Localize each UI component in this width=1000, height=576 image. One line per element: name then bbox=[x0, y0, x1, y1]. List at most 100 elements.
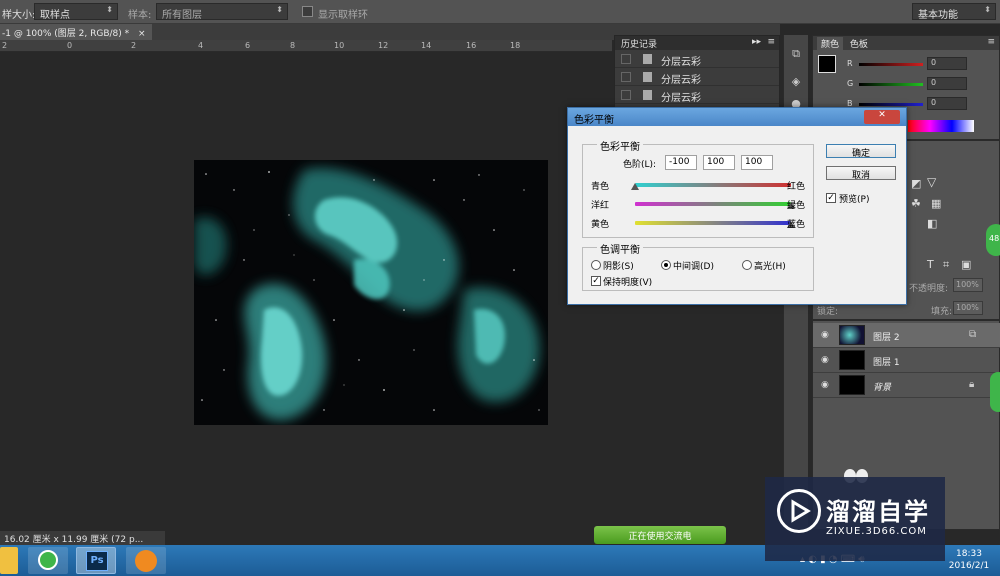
opacity-label: 不透明度: bbox=[909, 284, 949, 294]
taskbar-clock[interactable]: 18:33 2016/2/1 bbox=[944, 548, 994, 572]
red-value[interactable]: 0 bbox=[927, 57, 967, 70]
layer-row-layer1[interactable]: ◉ 图层 1 bbox=[813, 348, 1000, 373]
expand-icon[interactable]: ▸▸ bbox=[752, 37, 761, 47]
green-slider[interactable] bbox=[859, 83, 923, 86]
ruler-tick: 6 bbox=[245, 41, 251, 50]
uc-browser-icon bbox=[135, 550, 157, 572]
eye-icon[interactable]: ◉ bbox=[821, 380, 829, 390]
history-item[interactable]: 分层云彩 bbox=[615, 50, 779, 68]
fill-input[interactable]: 100% bbox=[953, 301, 983, 315]
sample-size-select[interactable]: 取样点 ⬍ bbox=[34, 3, 118, 21]
opacity-input[interactable]: 100% bbox=[953, 278, 983, 292]
foreground-color-swatch[interactable] bbox=[818, 55, 836, 73]
sample-size-value: 取样点 bbox=[40, 10, 70, 21]
snapshot-checkbox[interactable] bbox=[621, 90, 631, 100]
tone-balance-group: 色调平衡 阴影(S) 中间调(D) 高光(H) ✓ 保持明度(V) bbox=[582, 241, 814, 291]
close-button[interactable]: ✕ bbox=[864, 110, 900, 124]
snapshot-checkbox[interactable] bbox=[621, 54, 631, 64]
curves-icon[interactable]: ◩ bbox=[911, 177, 921, 190]
magenta-green-level-input[interactable]: 100 bbox=[703, 155, 735, 170]
color-ramp[interactable] bbox=[908, 120, 974, 132]
highlights-radio[interactable] bbox=[742, 260, 752, 270]
layer-thumbnail bbox=[839, 375, 865, 395]
taskbar-app-browser[interactable] bbox=[126, 547, 166, 574]
folder-icon[interactable] bbox=[0, 547, 18, 574]
history-title[interactable]: 历史记录 bbox=[621, 40, 657, 50]
history-item[interactable]: 分层云彩 bbox=[615, 68, 779, 86]
tab-swatches[interactable]: 色板 bbox=[846, 37, 872, 50]
refresh-icon bbox=[38, 550, 58, 570]
eye-icon[interactable]: ◉ bbox=[821, 355, 829, 365]
blue-value[interactable]: 0 bbox=[927, 97, 967, 110]
show-ring-label: 显示取样环 bbox=[318, 10, 368, 21]
sample-value: 所有图层 bbox=[162, 10, 202, 21]
red-slider[interactable] bbox=[859, 63, 923, 66]
taskbar-app-360[interactable] bbox=[28, 547, 68, 574]
history-item[interactable]: 分层云彩 bbox=[615, 86, 779, 104]
magenta-label: 洋红 bbox=[591, 201, 610, 211]
lookup-icon[interactable]: ▦ bbox=[931, 197, 941, 210]
speed-badge[interactable]: 48 bbox=[986, 224, 1000, 256]
sample-size-label: 样大小: bbox=[2, 10, 36, 21]
document-image[interactable] bbox=[194, 160, 548, 425]
magenta-green-slider[interactable] bbox=[635, 202, 791, 206]
watermark-url: ZIXUE.3D66.COM bbox=[826, 526, 927, 537]
menu-icon[interactable]: ≡ bbox=[987, 37, 995, 47]
preserve-luminosity-label: 保持明度(V) bbox=[603, 278, 653, 288]
ruler-tick: 2 bbox=[131, 41, 137, 50]
smart-object-icon[interactable]: ▣ bbox=[961, 258, 971, 271]
threshold-icon[interactable]: ◧ bbox=[927, 217, 937, 230]
preserve-luminosity-checkbox[interactable]: ✓ bbox=[591, 276, 601, 286]
yellow-blue-slider[interactable] bbox=[635, 221, 791, 225]
color-panel-header: 颜色 色板 ≡ bbox=[813, 36, 999, 50]
3d-icon[interactable]: ◈ bbox=[789, 75, 803, 89]
cancel-button[interactable]: 取消 bbox=[826, 166, 896, 181]
tab-color[interactable]: 颜色 bbox=[817, 37, 844, 50]
midtones-radio[interactable] bbox=[661, 260, 671, 270]
play-logo-icon bbox=[777, 489, 821, 533]
dialog-titlebar[interactable]: 色彩平衡 ✕ bbox=[568, 108, 906, 126]
document-icon bbox=[643, 90, 652, 100]
color-balance-group: 色彩平衡 色阶(L): -100 100 100 青色 红色 洋红 绿色 黄色 … bbox=[582, 138, 814, 238]
history-icon[interactable]: ⧉ bbox=[789, 47, 803, 61]
show-ring-checkbox[interactable] bbox=[302, 6, 313, 17]
channel-mixer-icon[interactable]: ☘ bbox=[911, 197, 921, 210]
layer-thumbnail bbox=[839, 325, 865, 345]
snapshot-checkbox[interactable] bbox=[621, 72, 631, 82]
red-label: 红色 bbox=[787, 182, 806, 192]
workspace-select[interactable]: 基本功能 ⬍ bbox=[912, 3, 996, 21]
side-badge[interactable] bbox=[990, 372, 1000, 412]
ruler-tick: 8 bbox=[290, 41, 296, 50]
green-value[interactable]: 0 bbox=[927, 77, 967, 90]
document-tab[interactable]: -1 @ 100% (图层 2, RGB/8) * × bbox=[0, 24, 152, 40]
ok-button[interactable]: 确定 bbox=[826, 144, 896, 159]
nebula-image bbox=[194, 168, 540, 421]
layer-thumbnail bbox=[839, 350, 865, 370]
close-icon[interactable]: × bbox=[138, 29, 146, 39]
document-icon bbox=[643, 72, 652, 82]
taskbar-app-photoshop[interactable]: Ps bbox=[76, 547, 116, 574]
ruler-tick: 0 bbox=[67, 41, 73, 50]
shape-layer-icon[interactable]: ⌗ bbox=[943, 258, 949, 272]
text-layer-icon[interactable]: T bbox=[927, 258, 934, 271]
layer-row-layer2[interactable]: ◉ 图层 2 ⧉ bbox=[813, 323, 1000, 348]
yellow-blue-level-input[interactable]: 100 bbox=[741, 155, 773, 170]
ok-button-label: 确定 bbox=[851, 149, 870, 159]
blue-slider[interactable] bbox=[859, 103, 923, 106]
menu-icon[interactable]: ≡ bbox=[767, 37, 775, 47]
eye-icon[interactable]: ◉ bbox=[821, 330, 829, 340]
cyan-red-slider[interactable] bbox=[635, 183, 791, 187]
cyan-red-slider-thumb[interactable] bbox=[631, 183, 639, 190]
preview-checkbox[interactable]: ✓ bbox=[826, 193, 836, 203]
shadows-radio[interactable] bbox=[591, 260, 601, 270]
speed-badge-text: 48 bbox=[989, 234, 1000, 243]
cyan-red-level-input[interactable]: -100 bbox=[665, 155, 697, 170]
ruler-tick: 2 bbox=[2, 41, 8, 50]
sample-select[interactable]: 所有图层 ⬍ bbox=[156, 3, 288, 21]
gradient-map-icon[interactable]: ▽ bbox=[927, 175, 936, 189]
layer-name: 背景 bbox=[873, 383, 892, 393]
layer-row-background[interactable]: ◉ 背景 🔒︎ bbox=[813, 373, 1000, 398]
layer-name: 图层 1 bbox=[873, 358, 900, 368]
smart-object-badge-icon: ⧉ bbox=[969, 329, 977, 340]
blue-label: 蓝色 bbox=[787, 220, 806, 230]
